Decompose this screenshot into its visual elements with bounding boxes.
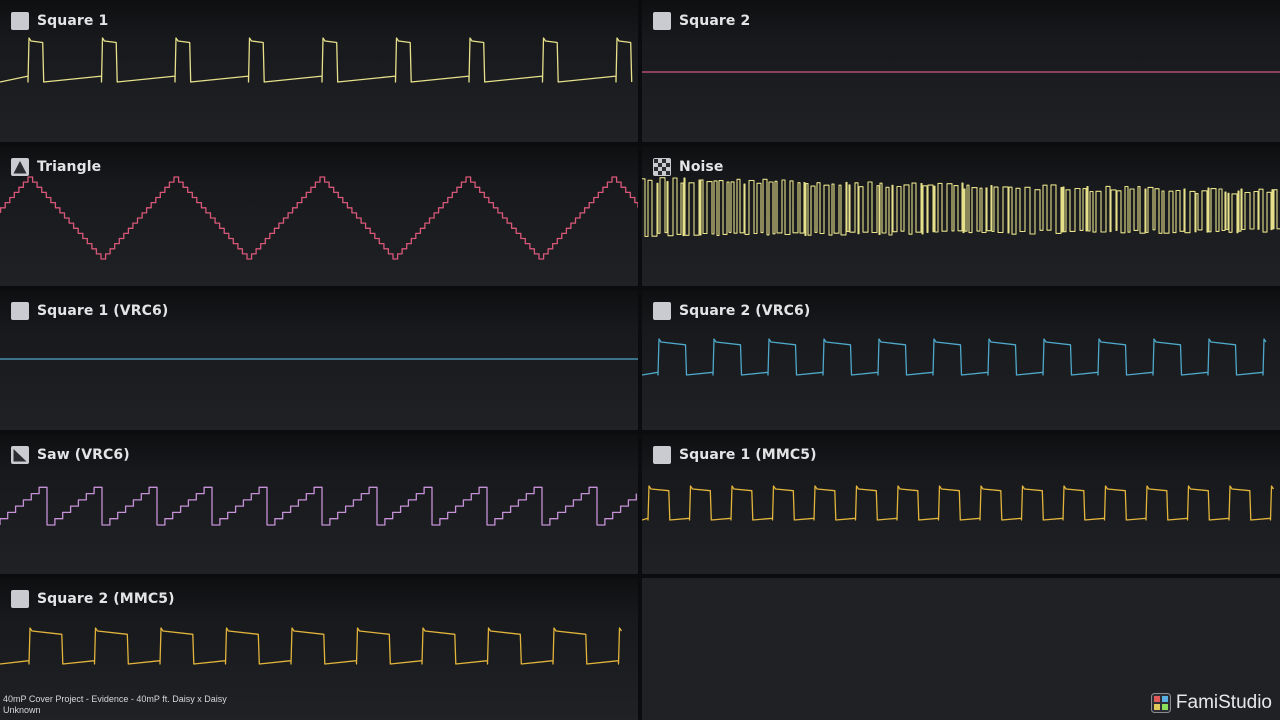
channel-name: Square 2 (MMC5) <box>37 591 175 607</box>
famistudio-logo-icon <box>1150 693 1171 713</box>
channel-name: Noise <box>679 159 724 175</box>
waveform-line <box>0 486 637 526</box>
square-wave-icon <box>653 12 671 30</box>
channel-panel-square-1-mmc5: Square 1 (MMC5) <box>642 434 1280 574</box>
song-info: 40mP Cover Project - Evidence - 40mP ft.… <box>3 694 227 716</box>
square-wave-icon <box>11 590 29 608</box>
noise-icon <box>653 158 671 176</box>
song-title: 40mP Cover Project - Evidence - 40mP ft.… <box>3 694 227 704</box>
square-wave-icon <box>11 302 29 320</box>
waveform-line <box>0 37 633 83</box>
channel-name: Square 2 <box>679 13 751 29</box>
channel-panel-square-1: Square 1 <box>0 0 638 142</box>
waveform-line <box>642 177 1280 238</box>
song-author: Unknown <box>3 705 41 715</box>
waveform-line <box>642 485 1275 521</box>
channel-panel-square-2: Square 2 <box>642 0 1280 142</box>
channel-name: Square 1 (VRC6) <box>37 303 169 319</box>
square-wave-icon <box>11 12 29 30</box>
channel-grid: Square 1 Square 2 Triangle Noise Square … <box>0 0 1280 720</box>
waveform-line <box>0 627 623 665</box>
saw-wave-icon <box>11 446 29 464</box>
channel-panel-square-1-vrc6: Square 1 (VRC6) <box>0 290 638 430</box>
triangle-wave-icon <box>11 158 29 176</box>
channel-name: Triangle <box>37 159 102 175</box>
waveform-line <box>642 338 1267 376</box>
channel-name: Square 2 (VRC6) <box>679 303 811 319</box>
famistudio-brand: FamiStudio <box>1150 692 1272 714</box>
brand-name: FamiStudio <box>1175 692 1272 713</box>
square-wave-icon <box>653 446 671 464</box>
channel-panel-square-2-vrc6: Square 2 (VRC6) <box>642 290 1280 430</box>
channel-panel-saw-vrc6: Saw (VRC6) <box>0 434 638 574</box>
channel-panel-noise: Noise <box>642 146 1280 286</box>
channel-name: Saw (VRC6) <box>37 447 130 463</box>
channel-name: Square 1 <box>37 13 109 29</box>
waveform-line <box>0 176 638 260</box>
square-wave-icon <box>653 302 671 320</box>
channel-panel-triangle: Triangle <box>0 146 638 286</box>
channel-name: Square 1 (MMC5) <box>679 447 817 463</box>
